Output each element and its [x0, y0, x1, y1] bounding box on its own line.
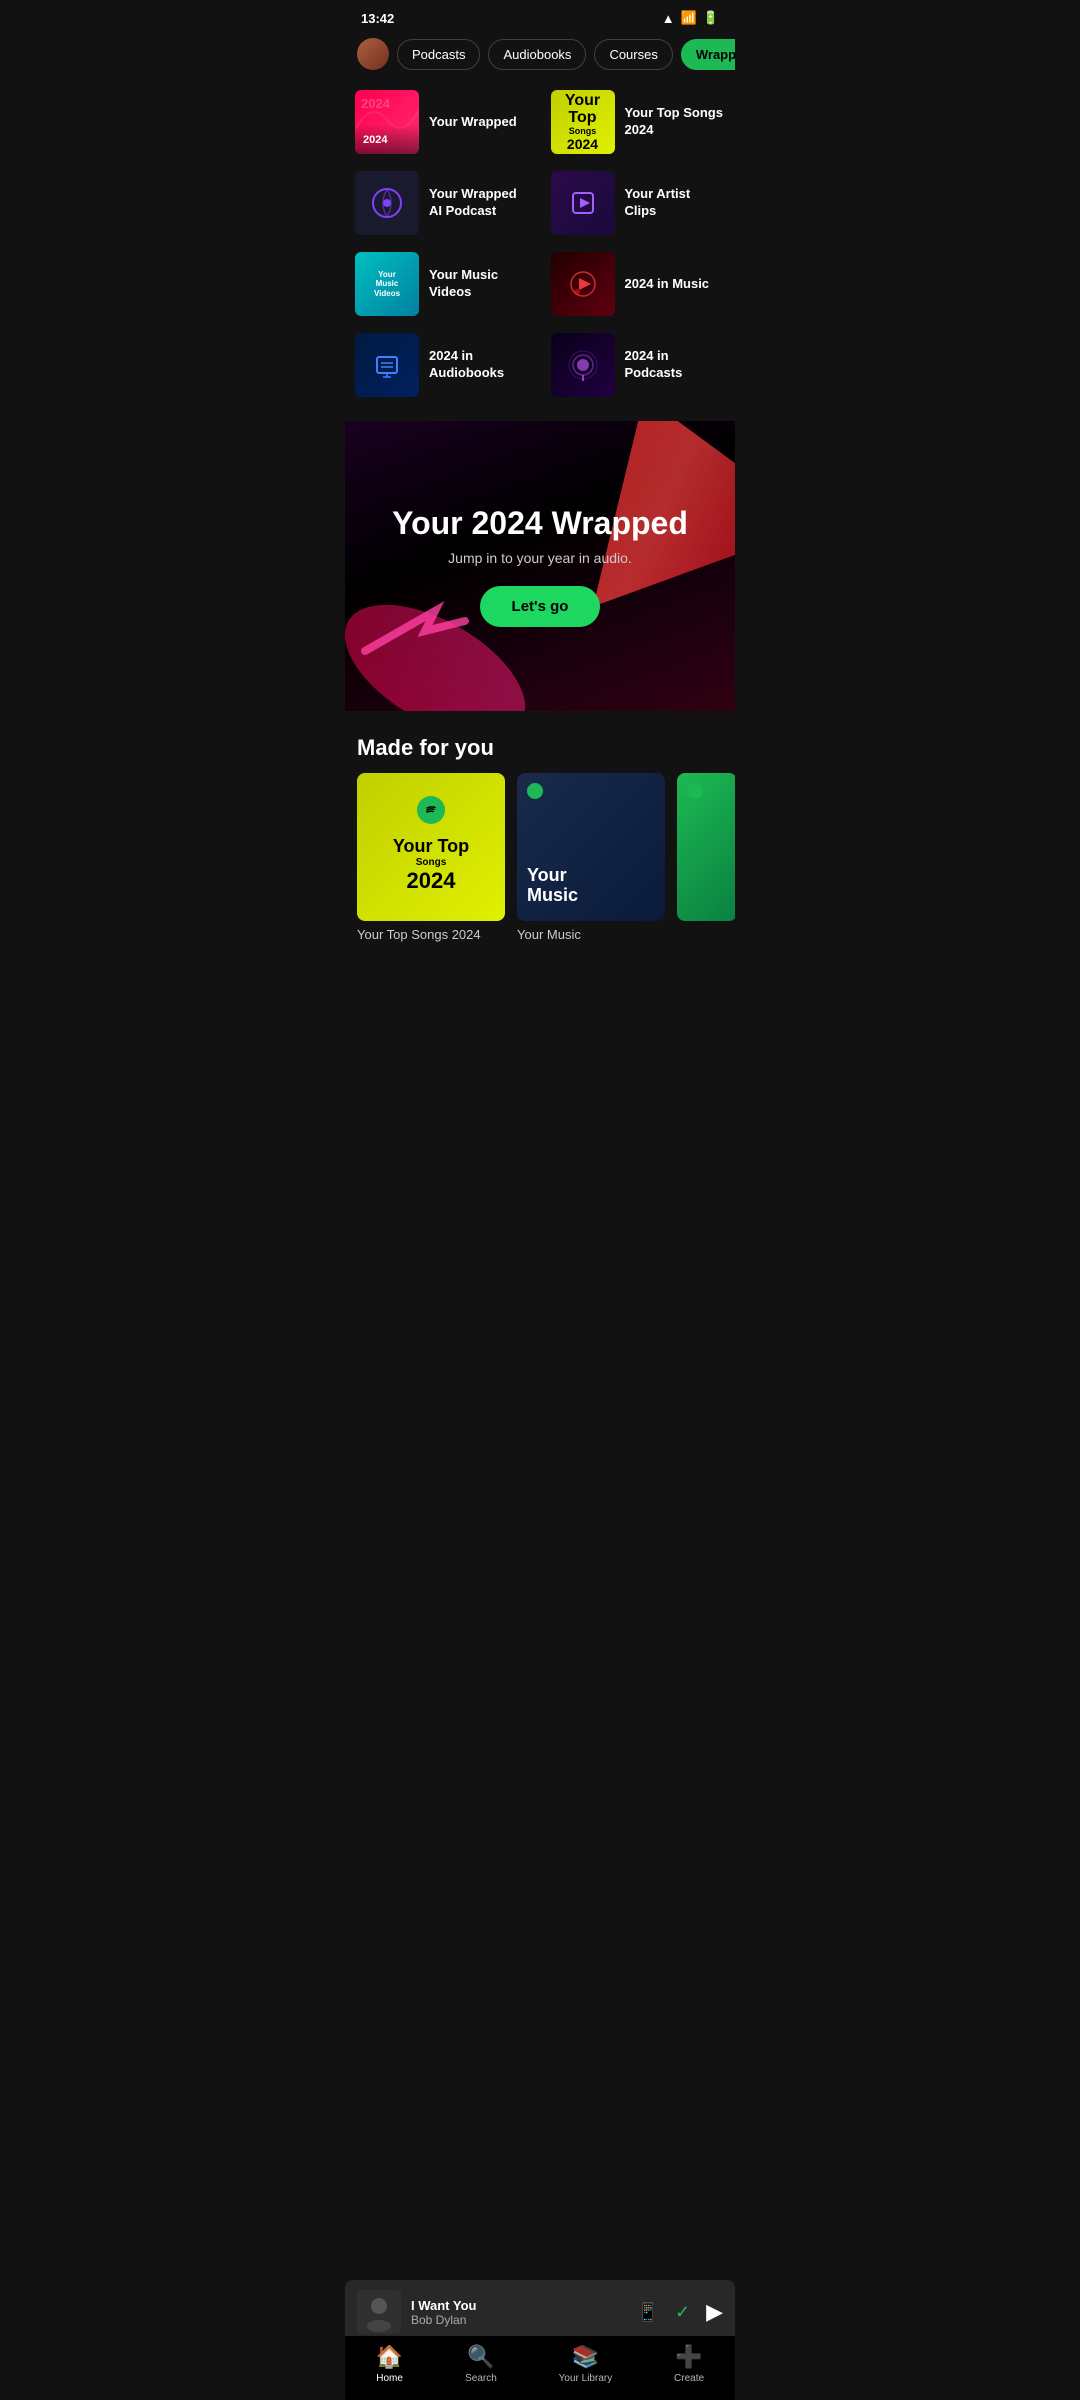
grid-item-your-wrapped[interactable]: 2024 Your Wrapped	[345, 82, 540, 162]
nav-create-label: Create	[674, 2373, 704, 2384]
thumb-ai-podcast	[355, 171, 419, 235]
card-partial[interactable]	[677, 773, 735, 942]
bottom-nav: 🏠 Home 🔍 Search 📚 Your Library ➕ Create	[345, 2335, 735, 2400]
wifi-icon: ▲	[662, 11, 675, 26]
hero-banner: Your 2024 Wrapped Jump in to your year i…	[345, 421, 735, 711]
status-time: 13:42	[361, 11, 394, 26]
grid-label-artist-clips: Your Artist Clips	[625, 186, 726, 220]
card-your-music[interactable]: YourMusic Your Music	[517, 773, 665, 942]
status-bar: 13:42 ▲ 📶 🔋	[345, 0, 735, 32]
search-icon: 🔍	[467, 2344, 494, 2370]
nav-search[interactable]: 🔍 Search	[465, 2344, 497, 2384]
card-thumb-music: YourMusic	[517, 773, 665, 921]
grid-item-artist-clips[interactable]: Your Artist Clips	[541, 163, 736, 243]
spotify-logo-icon	[417, 796, 445, 824]
nav-library[interactable]: 📚 Your Library	[559, 2344, 613, 2384]
now-playing-info: I Want You Bob Dylan	[411, 2298, 627, 2327]
thumb-podcasts	[551, 333, 615, 397]
thumb-audiobooks	[355, 333, 419, 397]
wrapped-grid: 2024 Your Wrapped Your Top Songs 2024 Yo…	[345, 82, 735, 413]
grid-label-podcasts: 2024 in Podcasts	[625, 348, 726, 382]
thumb-top-songs: Your Top Songs 2024	[551, 90, 615, 154]
nav-create[interactable]: ➕ Create	[674, 2344, 704, 2384]
card-label-top-songs: Your Top Songs 2024	[357, 927, 505, 942]
hero-content: Your 2024 Wrapped Jump in to your year i…	[372, 505, 708, 627]
avatar-tab[interactable]	[357, 38, 389, 70]
grid-label-audiobooks: 2024 in Audiobooks	[429, 348, 530, 382]
thumb-2024-music	[551, 252, 615, 316]
hero-subtitle: Jump in to your year in audio.	[392, 550, 688, 566]
made-for-you-scroll: Your Top Songs 2024 Your Top Songs 2024 …	[345, 773, 735, 958]
check-icon[interactable]: ✓	[675, 2302, 690, 2323]
card-label-your-music: Your Music	[517, 927, 665, 942]
grid-item-ai-podcast[interactable]: Your Wrapped AI Podcast	[345, 163, 540, 243]
grid-label-ai-podcast: Your Wrapped AI Podcast	[429, 186, 530, 220]
grid-item-top-songs[interactable]: Your Top Songs 2024 Your Top Songs 2024	[541, 82, 736, 162]
tab-courses[interactable]: Courses	[594, 39, 672, 70]
made-for-you-title: Made for you	[345, 719, 735, 773]
hero-title: Your 2024 Wrapped	[392, 505, 688, 542]
tab-podcasts[interactable]: Podcasts	[397, 39, 480, 70]
grid-label-top-songs: Your Top Songs 2024	[625, 105, 726, 139]
nav-library-label: Your Library	[559, 2373, 613, 2384]
nav-home[interactable]: 🏠 Home	[376, 2344, 403, 2384]
grid-label-2024-music: 2024 in Music	[625, 276, 710, 293]
nav-home-label: Home	[376, 2373, 403, 2384]
home-icon: 🏠	[376, 2344, 403, 2370]
grid-item-podcasts[interactable]: 2024 in Podcasts	[541, 325, 736, 405]
card-thumb-top-songs: Your Top Songs 2024	[357, 773, 505, 921]
thumb-music-videos: YourMusicVideos	[355, 252, 419, 316]
signal-icon: 📶	[681, 10, 697, 26]
card-top-songs[interactable]: Your Top Songs 2024 Your Top Songs 2024	[357, 773, 505, 942]
tab-wrapped[interactable]: Wrapped	[681, 39, 735, 70]
now-playing-thumb	[357, 2290, 401, 2334]
grid-item-music-videos[interactable]: YourMusicVideos Your Music Videos	[345, 244, 540, 324]
now-playing-controls: 📱 ✓ ▶	[637, 2299, 723, 2325]
now-playing-artist: Bob Dylan	[411, 2313, 627, 2327]
grid-label-your-wrapped: Your Wrapped	[429, 114, 517, 131]
grid-item-audiobooks[interactable]: 2024 in Audiobooks	[345, 325, 540, 405]
filter-tabs: Podcasts Audiobooks Courses Wrapped	[345, 32, 735, 82]
thumb-artist-clips	[551, 171, 615, 235]
status-icons: ▲ 📶 🔋	[662, 10, 719, 26]
card-thumb-partial	[677, 773, 735, 921]
tab-audiobooks[interactable]: Audiobooks	[488, 39, 586, 70]
grid-item-2024-music[interactable]: 2024 in Music	[541, 244, 736, 324]
play-icon[interactable]: ▶	[706, 2299, 723, 2325]
lets-go-button[interactable]: Let's go	[480, 586, 601, 627]
battery-icon: 🔋	[703, 10, 719, 26]
nav-search-label: Search	[465, 2373, 497, 2384]
create-icon: ➕	[675, 2344, 702, 2370]
spotify-logo-music-icon	[527, 783, 543, 804]
library-icon: 📚	[572, 2344, 599, 2370]
now-playing-title: I Want You	[411, 2298, 627, 2313]
connect-icon[interactable]: 📱	[637, 2302, 659, 2323]
thumb-your-wrapped: 2024	[355, 90, 419, 154]
grid-label-music-videos: Your Music Videos	[429, 267, 530, 301]
